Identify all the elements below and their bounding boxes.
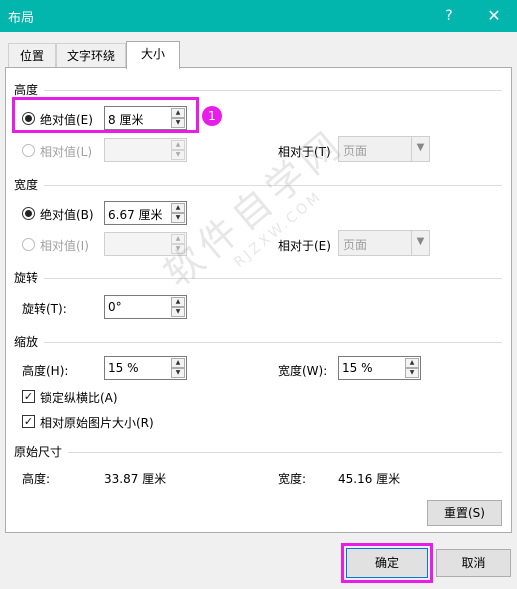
chevron-down-icon: ▼ — [411, 137, 429, 161]
divider — [44, 185, 502, 186]
original-height-label: 高度: — [22, 472, 51, 486]
height-section-title: 高度 — [14, 83, 39, 97]
help-button[interactable]: ? — [434, 4, 464, 28]
scale-height-label: 高度(H): — [22, 364, 69, 378]
divider — [68, 452, 502, 453]
width-relative-to-select[interactable]: 页面 ▼ — [338, 230, 430, 256]
divider — [44, 278, 502, 279]
width-relative-to-label: 相对于(E) — [278, 239, 331, 253]
divider — [44, 90, 502, 91]
step-badge: 1 — [202, 106, 222, 126]
original-width-value: 45.16 厘米 — [338, 472, 401, 486]
chevron-down-icon: ▼ — [411, 231, 429, 255]
scale-width-input[interactable]: 15 % ▲ ▼ — [338, 356, 421, 380]
width-absolute-input[interactable]: 6.67 厘米 ▲ ▼ — [104, 201, 187, 225]
divider — [44, 342, 502, 343]
width-section-title: 宽度 — [14, 178, 39, 192]
spin-down-icon[interactable]: ▼ — [171, 368, 185, 378]
original-section-title: 原始尺寸 — [14, 445, 63, 459]
width-absolute-radio[interactable] — [22, 207, 35, 220]
scale-section-title: 缩放 — [14, 335, 39, 349]
close-button[interactable]: ✕ — [479, 4, 509, 28]
relative-original-label: 相对原始图片大小(R) — [40, 416, 154, 430]
spin-up-icon[interactable]: ▲ — [171, 140, 185, 150]
width-relative-input[interactable]: ▲ ▼ — [104, 232, 187, 256]
height-relative-label: 相对值(L) — [40, 145, 93, 159]
spin-up-icon[interactable]: ▲ — [171, 203, 185, 213]
rotate-label: 旋转(T): — [22, 302, 67, 316]
spin-down-icon[interactable]: ▼ — [171, 150, 185, 160]
tab-size[interactable]: 大小 — [126, 41, 180, 69]
lock-aspect-checkbox[interactable]: ✓ — [22, 390, 35, 403]
scale-width-label: 宽度(W): — [278, 364, 328, 378]
spin-up-icon[interactable]: ▲ — [171, 358, 185, 368]
width-absolute-label: 绝对值(B) — [40, 208, 94, 222]
original-height-value: 33.87 厘米 — [104, 472, 167, 486]
spin-up-icon[interactable]: ▲ — [171, 234, 185, 244]
original-width-label: 宽度: — [278, 472, 307, 486]
spin-down-icon[interactable]: ▼ — [171, 244, 185, 254]
reset-button[interactable]: 重置(S) — [427, 500, 502, 526]
tab-text-wrap[interactable]: 文字环绕 — [56, 43, 126, 69]
spin-up-icon[interactable]: ▲ — [171, 297, 185, 307]
highlight-box — [12, 97, 199, 133]
title-bar: 布局 ? ✕ — [0, 0, 517, 32]
rotate-section-title: 旋转 — [14, 271, 39, 285]
tab-position[interactable]: 位置 — [8, 43, 56, 69]
scale-height-input[interactable]: 15 % ▲ ▼ — [104, 356, 187, 380]
height-relative-to-label: 相对于(T) — [278, 145, 331, 159]
spin-down-icon[interactable]: ▼ — [405, 368, 419, 378]
size-panel: 高度 绝对值(E) 8 厘米 ▲ ▼ 相对值(L) ▲ ▼ 相对于(T) 页面 … — [5, 67, 512, 533]
height-relative-to-select[interactable]: 页面 ▼ — [338, 136, 430, 162]
lock-aspect-label: 锁定纵横比(A) — [40, 391, 118, 405]
spin-down-icon[interactable]: ▼ — [171, 307, 185, 317]
ok-button[interactable]: 确定 — [346, 548, 428, 578]
width-relative-label: 相对值(I) — [40, 239, 89, 253]
layout-dialog: 布局 ? ✕ 位置 文字环绕 大小 高度 绝对值(E) 8 厘米 ▲ ▼ 相对值… — [0, 0, 517, 589]
width-relative-radio[interactable] — [22, 238, 35, 251]
spin-down-icon[interactable]: ▼ — [171, 213, 185, 223]
spin-up-icon[interactable]: ▲ — [405, 358, 419, 368]
height-relative-input[interactable]: ▲ ▼ — [104, 138, 187, 162]
rotate-input[interactable]: 0° ▲ ▼ — [104, 295, 187, 319]
height-relative-radio[interactable] — [22, 144, 35, 157]
relative-original-checkbox[interactable]: ✓ — [22, 415, 35, 428]
dialog-title: 布局 — [8, 11, 35, 26]
cancel-button[interactable]: 取消 — [436, 549, 511, 577]
